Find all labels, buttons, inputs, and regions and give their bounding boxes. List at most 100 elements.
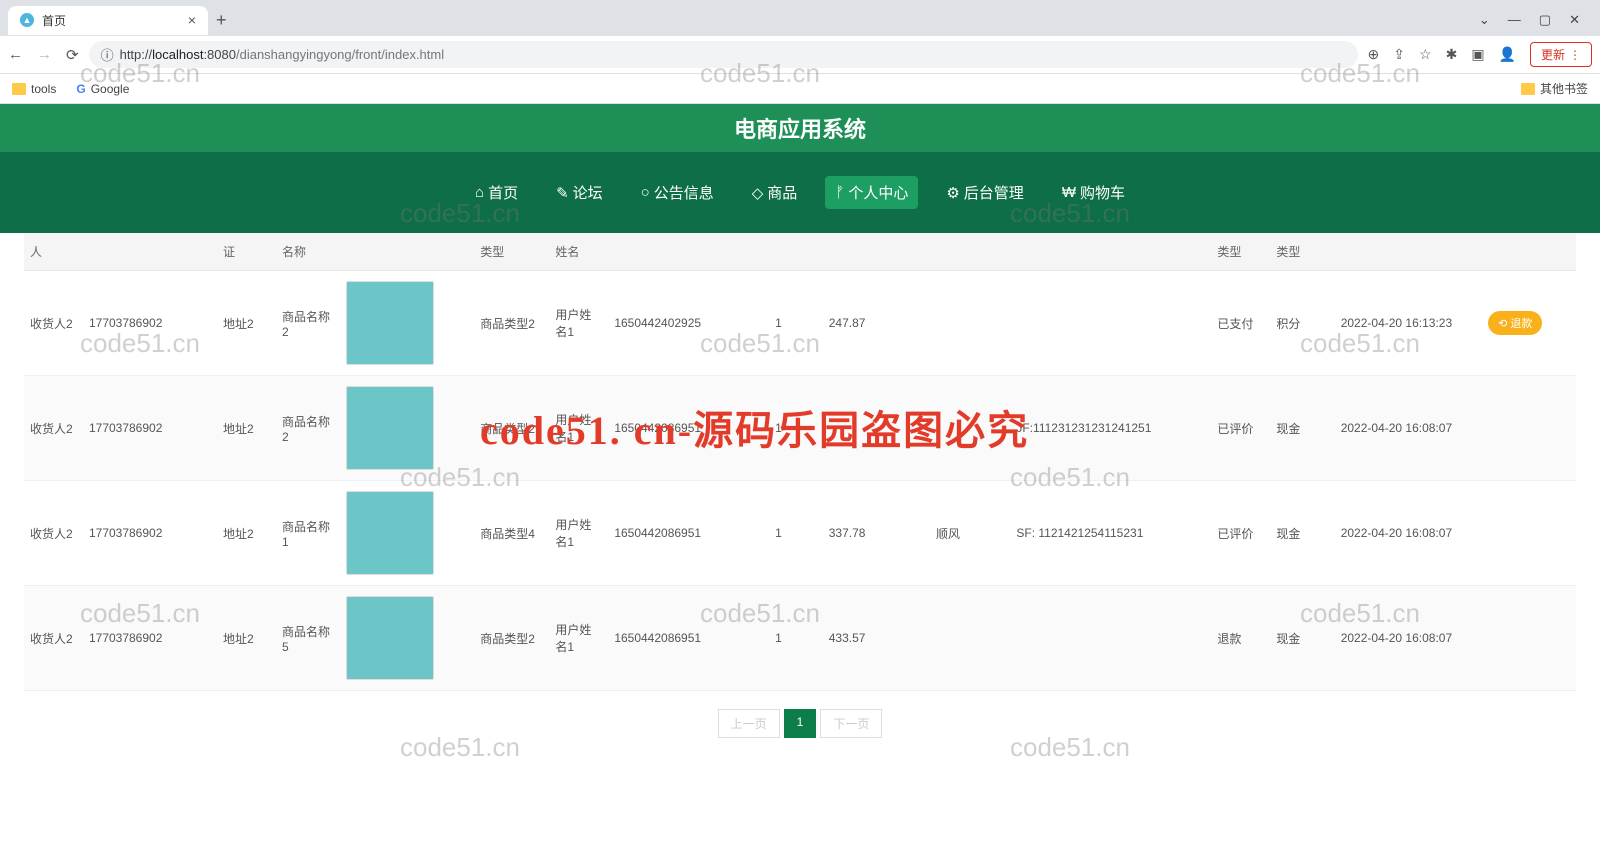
table-cell: 2022-04-20 16:08:07 — [1335, 481, 1482, 586]
table-cell: 已评价 — [1211, 376, 1270, 481]
table-header — [1482, 233, 1576, 271]
table-header: 类型 — [474, 233, 549, 271]
table-cell: 商品类型2 — [474, 586, 549, 691]
table-row: 收货人217703786902地址2商品名称1商品类型4用户姓名11650442… — [24, 481, 1576, 586]
nav-label: 首页 — [488, 182, 518, 203]
table-cell: 商品名称5 — [276, 586, 340, 691]
product-image — [346, 491, 434, 575]
table-cell: 收货人2 — [24, 481, 83, 586]
table-cell: 1 — [769, 586, 823, 691]
table-cell: 用户姓名1 — [549, 586, 608, 691]
table-header — [930, 233, 1010, 271]
prev-page-button[interactable]: 上一页 — [718, 709, 780, 738]
search-icon[interactable]: ⊕ — [1368, 46, 1380, 63]
product-image — [346, 596, 434, 680]
profile-icon[interactable]: 👤 — [1499, 46, 1516, 63]
bookmark-other[interactable]: 其他书签 — [1521, 80, 1588, 97]
table-header — [83, 233, 217, 271]
url-input[interactable]: ⓘ http://localhost:8080/dianshangyingyon… — [89, 41, 1358, 68]
table-cell: 17703786902 — [83, 586, 217, 691]
nav-label: 个人中心 — [848, 182, 908, 203]
new-tab-button[interactable]: + — [208, 6, 235, 35]
nav-item-商品[interactable]: ◇商品 — [742, 176, 808, 209]
table-cell: 用户姓名1 — [549, 271, 608, 376]
close-window-icon[interactable]: ✕ — [1569, 12, 1580, 28]
maximize-icon[interactable]: ▢ — [1539, 12, 1551, 28]
table-cell — [930, 271, 1010, 376]
nav-item-论坛[interactable]: ✎论坛 — [546, 176, 613, 209]
product-image — [346, 281, 434, 365]
update-button[interactable]: 更新⋮ — [1530, 42, 1592, 67]
nav-item-公告信息[interactable]: ○公告信息 — [631, 176, 724, 209]
table-cell: 商品名称1 — [276, 481, 340, 586]
nav-icon: ○ — [641, 184, 650, 201]
table-cell: 现金 — [1270, 586, 1334, 691]
table-body: 收货人217703786902地址2商品名称2商品类型2用户姓名11650442… — [24, 271, 1576, 691]
bookmark-bar: tools GGoogle 其他书签 — [0, 74, 1600, 104]
table-cell: 地址2 — [217, 481, 276, 586]
star-icon[interactable]: ☆ — [1419, 46, 1432, 63]
folder-icon — [12, 83, 26, 95]
table-cell: 商品类型2 — [474, 271, 549, 376]
table-cell: 地址2 — [217, 586, 276, 691]
table-cell — [930, 376, 1010, 481]
share-icon[interactable]: ⇪ — [1393, 46, 1405, 63]
table-cell — [1010, 271, 1211, 376]
table-cell: 收货人2 — [24, 586, 83, 691]
tab-close-icon[interactable]: × — [188, 12, 196, 28]
nav-item-个人中心[interactable]: ᚠ个人中心 — [825, 176, 918, 209]
browser-tab[interactable]: ▲ 首页 × — [8, 6, 208, 35]
table-cell: 1650442086951 — [608, 586, 769, 691]
dropdown-icon[interactable]: ⌄ — [1479, 12, 1490, 28]
table-cell: 用户姓名1 — [549, 376, 608, 481]
back-icon[interactable]: ← — [8, 46, 23, 63]
table-cell: 337.78 — [823, 481, 930, 586]
nav-label: 商品 — [767, 182, 797, 203]
reload-icon[interactable]: ⟳ — [66, 46, 79, 64]
orders-table: 人证名称类型姓名类型类型 收货人217703786902地址2商品名称2商品类型… — [24, 233, 1576, 691]
table-cell: 地址2 — [217, 376, 276, 481]
table-cell: 已评价 — [1211, 481, 1270, 586]
table-cell: 收货人2 — [24, 271, 83, 376]
table-cell: 积分 — [1270, 271, 1334, 376]
table-cell: 17703786902 — [83, 376, 217, 481]
page-1-button[interactable]: 1 — [784, 709, 817, 738]
table-cell: 退款 — [1211, 586, 1270, 691]
table-cell: 顺风 — [930, 481, 1010, 586]
folder-icon — [1521, 83, 1535, 95]
refund-button[interactable]: 退款 — [1488, 311, 1542, 335]
bookmark-tools[interactable]: tools — [12, 82, 56, 96]
table-header — [823, 233, 930, 271]
table-cell: 用户姓名1 — [549, 481, 608, 586]
extensions-icon[interactable]: ✱ — [1446, 46, 1458, 63]
nav-item-后台管理[interactable]: ⚙后台管理 — [936, 176, 1033, 209]
nav-icon: ⚙ — [946, 184, 959, 202]
side-panel-icon[interactable]: ▣ — [1471, 46, 1484, 63]
next-page-button[interactable]: 下一页 — [820, 709, 882, 738]
table-header: 类型 — [1270, 233, 1334, 271]
window-controls: ⌄ — ▢ ✕ — [1479, 12, 1592, 28]
table-cell: 1650442402925 — [608, 271, 769, 376]
nav-icon: ᚠ — [835, 184, 844, 201]
table-header: 姓名 — [549, 233, 608, 271]
nav-item-购物车[interactable]: ₩购物车 — [1052, 176, 1135, 209]
table-header — [1010, 233, 1211, 271]
table-row: 收货人217703786902地址2商品名称2商品类型2用户姓名11650442… — [24, 376, 1576, 481]
nav-icon: ⌂ — [475, 184, 484, 201]
url-text: http://localhost:8080/dianshangyingyong/… — [120, 47, 445, 62]
table-row: 收货人217703786902地址2商品名称5 商品类型2用户姓名11650442… — [24, 586, 1576, 691]
table-cell — [1010, 586, 1211, 691]
table-cell: 247.87 — [823, 271, 930, 376]
table-cell — [823, 376, 930, 481]
table-header — [1335, 233, 1482, 271]
info-icon: ⓘ — [101, 45, 114, 64]
table-cell: 商品名称2 — [276, 271, 340, 376]
minimize-icon[interactable]: — — [1508, 12, 1521, 28]
table-cell: SF: 1121421254115231 — [1010, 481, 1211, 586]
forward-icon[interactable]: → — [37, 46, 52, 63]
table-header: 类型 — [1211, 233, 1270, 271]
table-header: 名称 — [276, 233, 340, 271]
bookmark-google[interactable]: GGoogle — [76, 82, 129, 96]
nav-item-首页[interactable]: ⌂首页 — [465, 176, 528, 209]
table-cell: 2022-04-20 16:08:07 — [1335, 376, 1482, 481]
